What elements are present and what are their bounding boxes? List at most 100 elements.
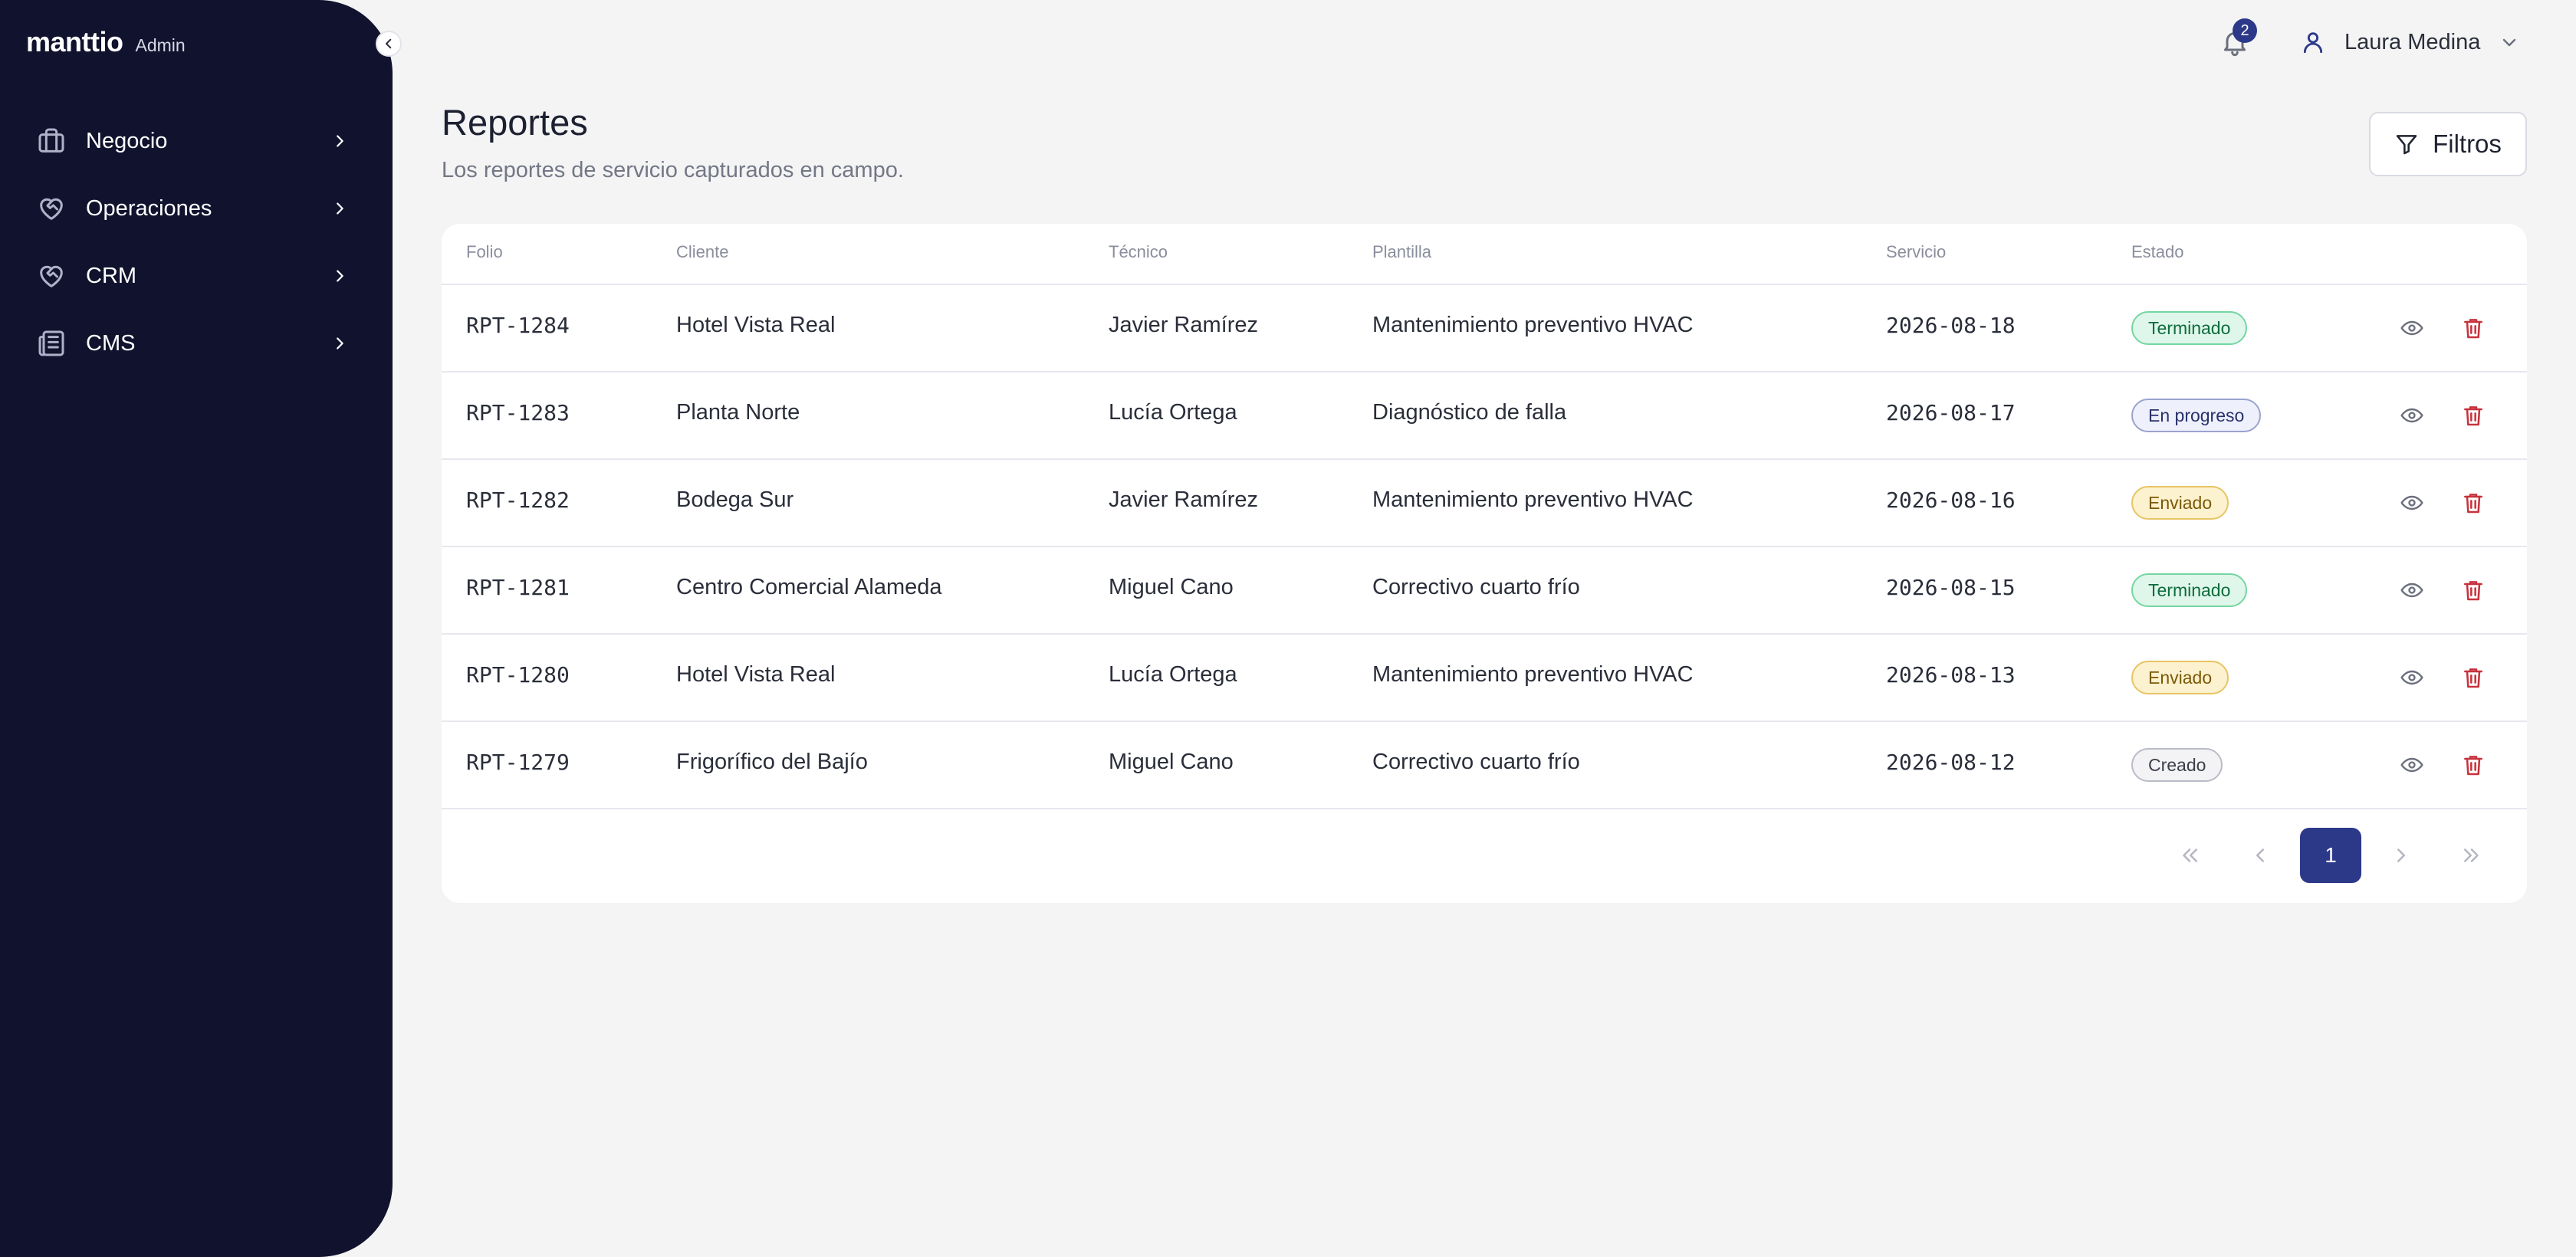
chevrons-right-icon (2464, 848, 2479, 862)
delete-button[interactable] (2459, 751, 2487, 779)
cell-plantilla: Mantenimiento preventivo HVAC (1372, 313, 1694, 337)
eye-icon (2400, 757, 2423, 773)
newspaper-icon (35, 327, 67, 359)
status-badge: Terminado (2131, 573, 2248, 607)
column-header-estado[interactable]: Estado (2131, 242, 2184, 262)
sidebar-collapse-button[interactable] (376, 31, 402, 57)
cell-folio: RPT-1279 (466, 750, 570, 775)
column-header-cliente[interactable]: Cliente (676, 242, 728, 262)
delete-button[interactable] (2459, 402, 2487, 429)
column-header-servicio[interactable]: Servicio (1886, 242, 1946, 262)
cell-cliente: Frigorífico del Bajío (676, 750, 868, 774)
trash-icon (2464, 319, 2482, 339)
view-button[interactable] (2398, 576, 2426, 604)
table-row[interactable]: RPT-1283 Planta Norte Lucía Ortega Diagn… (442, 373, 2527, 460)
cell-servicio: 2026-08-17 (1886, 400, 2016, 425)
heart-handshake-icon (35, 192, 67, 225)
filters-label: Filtros (2433, 130, 2502, 158)
heart-handshake-icon (35, 260, 67, 292)
cell-plantilla: Diagnóstico de falla (1372, 400, 1567, 425)
filter-icon (2394, 132, 2419, 156)
column-header-tecnico[interactable]: Técnico (1109, 242, 1168, 262)
chevron-left-icon (382, 37, 396, 51)
cell-servicio: 2026-08-18 (1886, 313, 2016, 338)
prev-page-button[interactable] (2229, 828, 2291, 883)
cell-folio: RPT-1283 (466, 400, 570, 425)
view-button[interactable] (2398, 489, 2426, 517)
trash-icon (2464, 668, 2482, 688)
chevron-right-icon (330, 333, 350, 353)
view-button[interactable] (2398, 751, 2426, 779)
page-button-current[interactable]: 1 (2300, 828, 2361, 883)
brand[interactable]: manttio Admin (26, 26, 186, 58)
view-button[interactable] (2398, 664, 2426, 691)
cell-cliente: Hotel Vista Real (676, 662, 836, 687)
sidebar-item-crm[interactable]: CRM (0, 242, 393, 310)
table-header: Folio Cliente Técnico Plantilla Servicio… (442, 224, 2527, 285)
user-icon (2297, 26, 2329, 58)
sidebar-item-label: CRM (86, 263, 137, 288)
chevron-right-icon (330, 199, 350, 218)
trash-icon (2464, 756, 2482, 776)
column-header-plantilla[interactable]: Plantilla (1372, 242, 1431, 262)
status-badge: Creado (2131, 748, 2223, 782)
status-badge: Enviado (2131, 486, 2229, 520)
delete-button[interactable] (2459, 489, 2487, 517)
sidebar-item-label: CMS (86, 330, 136, 356)
trash-icon (2464, 581, 2482, 601)
eye-icon (2400, 320, 2423, 336)
user-menu[interactable]: Laura Medina (2297, 23, 2520, 61)
cell-folio: RPT-1281 (466, 575, 570, 600)
first-page-button[interactable] (2159, 828, 2220, 883)
eye-icon (2400, 495, 2423, 510)
next-page-button[interactable] (2371, 828, 2432, 883)
cell-plantilla: Correctivo cuarto frío (1372, 575, 1580, 599)
delete-button[interactable] (2459, 576, 2487, 604)
filters-button[interactable]: Filtros (2369, 112, 2527, 176)
user-name: Laura Medina (2344, 29, 2481, 54)
chevrons-left-icon (2183, 848, 2197, 862)
sidebar-item-operaciones[interactable]: Operaciones (0, 175, 393, 242)
eye-icon (2400, 583, 2423, 598)
last-page-button[interactable] (2441, 828, 2502, 883)
cell-plantilla: Mantenimiento preventivo HVAC (1372, 662, 1694, 687)
table-row[interactable]: RPT-1280 Hotel Vista Real Lucía Ortega M… (442, 635, 2527, 722)
column-header-folio[interactable]: Folio (466, 242, 503, 262)
status-badge: Terminado (2131, 311, 2248, 345)
sidebar-item-negocio[interactable]: Negocio (0, 107, 393, 175)
chevron-right-icon (330, 266, 350, 286)
table-row[interactable]: RPT-1282 Bodega Sur Javier Ramírez Mante… (442, 460, 2527, 547)
cell-servicio: 2026-08-15 (1886, 575, 2016, 600)
chevron-left-icon (2256, 848, 2264, 862)
status-badge: En progreso (2131, 399, 2262, 432)
chevron-right-icon (330, 131, 350, 151)
cell-folio: RPT-1284 (466, 313, 570, 338)
sidebar-item-cms[interactable]: CMS (0, 310, 393, 377)
cell-tecnico: Lucía Ortega (1109, 662, 1237, 687)
cell-servicio: 2026-08-12 (1886, 750, 2016, 775)
reports-table: Folio Cliente Técnico Plantilla Servicio… (442, 224, 2527, 903)
delete-button[interactable] (2459, 314, 2487, 342)
brand-logo: manttio (26, 26, 123, 57)
page-title: Reportes (442, 102, 588, 143)
table-row[interactable]: RPT-1284 Hotel Vista Real Javier Ramírez… (442, 285, 2527, 373)
cell-tecnico: Javier Ramírez (1109, 313, 1258, 337)
view-button[interactable] (2398, 402, 2426, 429)
cell-servicio: 2026-08-13 (1886, 662, 2016, 688)
cell-folio: RPT-1282 (466, 487, 570, 513)
table-row[interactable]: RPT-1281 Centro Comercial Alameda Miguel… (442, 547, 2527, 635)
cell-tecnico: Miguel Cano (1109, 750, 1234, 774)
sidebar-item-label: Negocio (86, 128, 168, 153)
eye-icon (2400, 670, 2423, 685)
view-button[interactable] (2398, 314, 2426, 342)
sidebar-item-label: Operaciones (86, 195, 212, 221)
cell-cliente: Centro Comercial Alameda (676, 575, 942, 599)
table-row[interactable]: RPT-1279 Frigorífico del Bajío Miguel Ca… (442, 722, 2527, 809)
trash-icon (2464, 406, 2482, 426)
sidebar-nav: Negocio Operaciones CRM CMS (0, 107, 393, 377)
cell-plantilla: Correctivo cuarto frío (1372, 750, 1580, 774)
status-badge: Enviado (2131, 661, 2229, 694)
cell-folio: RPT-1280 (466, 662, 570, 688)
delete-button[interactable] (2459, 664, 2487, 691)
notifications-badge: 2 (2233, 18, 2257, 43)
